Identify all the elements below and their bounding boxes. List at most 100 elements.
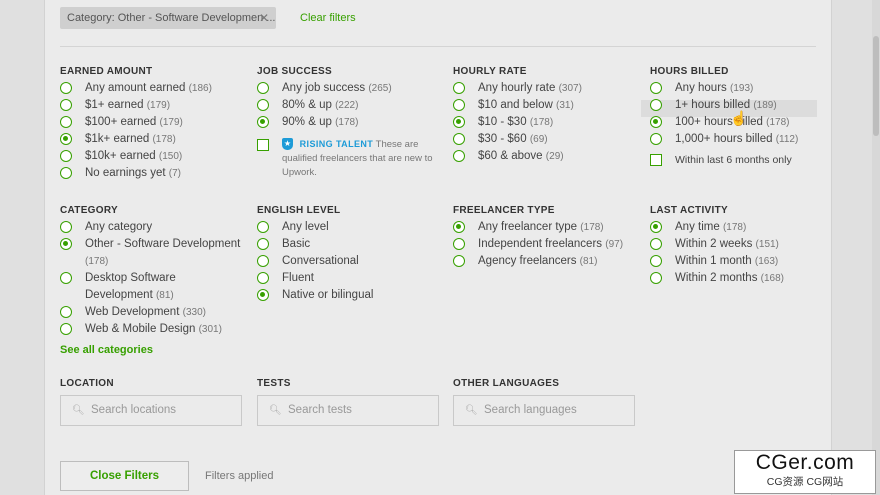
radio-option[interactable]: $1k+ earned (178): [60, 131, 245, 148]
radio-option[interactable]: Any time (178): [650, 219, 820, 236]
radio-option[interactable]: $60 & above (29): [453, 148, 638, 165]
radio-button[interactable]: [60, 150, 72, 162]
option-count: (7): [168, 168, 181, 179]
option-label: $60 & above: [478, 150, 543, 162]
option-count: (222): [335, 100, 359, 111]
radio-option[interactable]: Native or bilingual: [257, 287, 442, 304]
radio-option[interactable]: Any job success (265): [257, 80, 442, 97]
radio-button[interactable]: [453, 116, 465, 128]
radio-button[interactable]: [60, 167, 72, 179]
scrollbar-thumb[interactable]: [873, 36, 879, 136]
radio-option[interactable]: 80% & up (222): [257, 97, 442, 114]
option-count: (178): [85, 256, 109, 267]
divider: [60, 46, 816, 47]
option-count: (163): [754, 256, 779, 267]
radio-option[interactable]: Agency freelancers (81): [453, 253, 633, 270]
radio-option[interactable]: Fluent: [257, 270, 442, 287]
close-filters-button[interactable]: Close Filters: [60, 461, 189, 491]
clear-filters-link[interactable]: Clear filters: [300, 12, 356, 24]
radio-option[interactable]: 90% & up (178): [257, 114, 442, 131]
radio-option[interactable]: Any level: [257, 219, 442, 236]
radio-button[interactable]: [650, 82, 662, 94]
radio-button[interactable]: [650, 272, 662, 284]
option-label: Web & Mobile Design: [85, 323, 196, 335]
see-all-categories-link[interactable]: See all categories: [60, 344, 245, 356]
activity-options: Any time (178) Within 2 weeks (151) Within…: [650, 219, 820, 287]
scrollbar[interactable]: [872, 0, 880, 495]
radio-button[interactable]: [650, 255, 662, 267]
radio-button[interactable]: [60, 116, 72, 128]
radio-option[interactable]: $100+ earned (179): [60, 114, 245, 131]
radio-button[interactable]: [257, 238, 269, 250]
radio-button[interactable]: [257, 289, 269, 301]
radio-button[interactable]: [453, 133, 465, 145]
radio-button[interactable]: [257, 255, 269, 267]
radio-option[interactable]: Within 2 months (168): [650, 270, 820, 287]
radio-button[interactable]: [453, 238, 465, 250]
radio-button[interactable]: [60, 323, 72, 335]
radio-button[interactable]: [257, 221, 269, 233]
section-title: TESTS: [257, 378, 291, 389]
radio-button[interactable]: [650, 116, 662, 128]
radio-option[interactable]: Independent freelancers (97): [453, 236, 633, 253]
radio-option[interactable]: Any amount earned (186): [60, 80, 245, 97]
option-count: (178): [335, 117, 359, 128]
radio-button[interactable]: [453, 150, 465, 162]
radio-button[interactable]: [60, 221, 72, 233]
radio-option[interactable]: $30 - $60 (69): [453, 131, 638, 148]
radio-button[interactable]: [650, 221, 662, 233]
radio-option[interactable]: $10k+ earned (150): [60, 148, 245, 165]
option-count: (265): [368, 83, 392, 94]
option-label: Basic: [282, 238, 311, 250]
radio-option[interactable]: Other - Software Development (178): [60, 236, 245, 270]
radio-button[interactable]: [60, 272, 72, 284]
recent-hours-option[interactable]: Within last 6 months only: [650, 152, 820, 169]
radio-option[interactable]: Desktop Software Development (81): [60, 270, 245, 304]
radio-option[interactable]: Any hourly rate (307): [453, 80, 638, 97]
radio-option[interactable]: $1+ earned (179): [60, 97, 245, 114]
radio-option[interactable]: $10 and below (31): [453, 97, 638, 114]
tests-search-input[interactable]: 🔍︎ Search tests: [257, 395, 439, 426]
option-label: Agency freelancers: [478, 255, 577, 267]
radio-button[interactable]: [453, 99, 465, 111]
radio-option[interactable]: $10 - $30 (178): [453, 114, 638, 131]
radio-button[interactable]: [257, 99, 269, 111]
radio-button[interactable]: [60, 133, 72, 145]
radio-option[interactable]: Conversational: [257, 253, 442, 270]
radio-button[interactable]: [453, 82, 465, 94]
close-icon[interactable]: ✕: [259, 7, 269, 29]
radio-button[interactable]: [60, 82, 72, 94]
radio-option[interactable]: Web Development (330): [60, 304, 245, 321]
location-search-input[interactable]: 🔍︎ Search locations: [60, 395, 242, 426]
category-filter-chip[interactable]: Category: Other - Software Developmen ..…: [60, 7, 276, 29]
recent-checkbox[interactable]: [650, 154, 662, 166]
radio-button[interactable]: [257, 82, 269, 94]
radio-button[interactable]: [257, 116, 269, 128]
search-icon: 🔍︎: [269, 405, 282, 416]
radio-option[interactable]: Within 2 weeks (151): [650, 236, 820, 253]
radio-option[interactable]: 1,000+ hours billed (112): [650, 131, 820, 148]
radio-button[interactable]: [650, 133, 662, 145]
section-title: FREELANCER TYPE: [453, 205, 555, 216]
radio-option[interactable]: No earnings yet (7): [60, 165, 245, 182]
watermark: CGer.com CG资源 CG网站: [734, 450, 876, 494]
radio-option[interactable]: Any category: [60, 219, 245, 236]
radio-button[interactable]: [650, 99, 662, 111]
radio-button[interactable]: [453, 221, 465, 233]
radio-option[interactable]: Basic: [257, 236, 442, 253]
radio-button[interactable]: [60, 238, 72, 250]
rising-talent-checkbox[interactable]: [257, 139, 269, 151]
radio-option[interactable]: Any hours (193): [650, 80, 820, 97]
radio-option[interactable]: Within 1 month (163): [650, 253, 820, 270]
radio-button[interactable]: [60, 306, 72, 318]
radio-button[interactable]: [453, 255, 465, 267]
option-label: Any freelancer type: [478, 221, 578, 233]
radio-button[interactable]: [257, 272, 269, 284]
radio-option[interactable]: Web & Mobile Design (301): [60, 321, 245, 338]
languages-search-input[interactable]: 🔍︎ Search languages: [453, 395, 635, 426]
radio-button[interactable]: [60, 99, 72, 111]
job-success-options: Any job success (265) 80% & up (222) 90% &…: [257, 80, 442, 131]
radio-button[interactable]: [650, 238, 662, 250]
radio-option[interactable]: Any freelancer type (178): [453, 219, 633, 236]
rising-talent-option[interactable]: ★ RISING TALENT These are qualified free…: [257, 137, 442, 180]
